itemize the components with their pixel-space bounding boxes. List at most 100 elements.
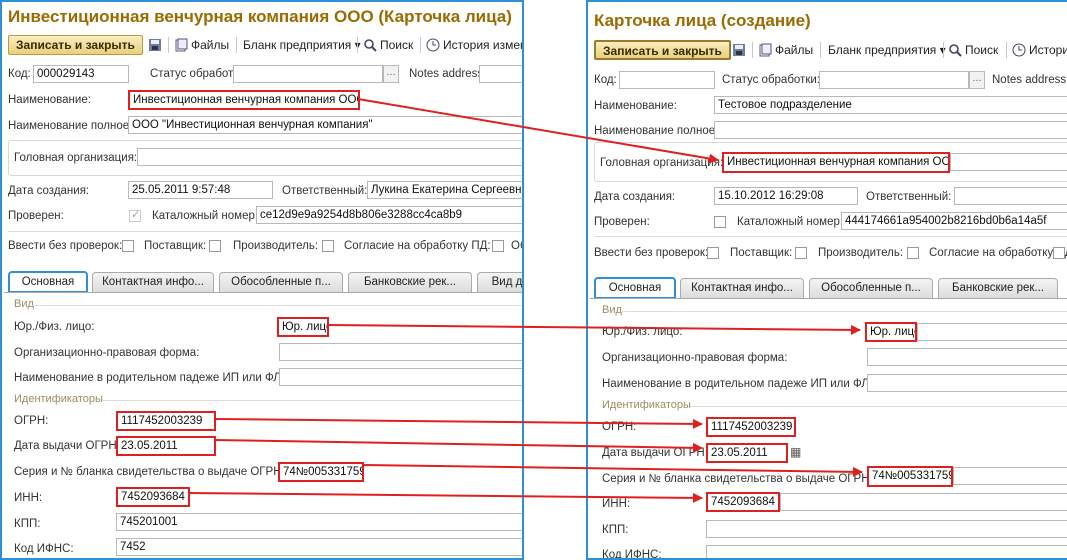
forms-label: Бланк предприятия bbox=[243, 38, 352, 52]
notes-field[interactable] bbox=[479, 65, 522, 83]
status-field[interactable] bbox=[233, 65, 383, 83]
fullname-field[interactable]: ООО "Инвестиционная венчурная компания" bbox=[128, 116, 522, 134]
code-field[interactable] bbox=[619, 71, 715, 89]
noverify-checkbox[interactable] bbox=[122, 240, 134, 252]
created-field[interactable]: 25.05.2011 9:57:48 bbox=[128, 181, 273, 199]
files-button[interactable]: Файлы bbox=[758, 40, 813, 60]
ifns-label: Код ИФНС: bbox=[602, 549, 662, 560]
consent-checkbox[interactable] bbox=[1053, 247, 1065, 259]
status-select-button[interactable]: … bbox=[383, 65, 399, 83]
search-label: Поиск bbox=[965, 43, 999, 57]
tab-activity[interactable]: Вид д bbox=[477, 272, 522, 292]
save-icon[interactable] bbox=[732, 40, 749, 60]
new-card-window: Карточка лица (создание) Записать и закр… bbox=[586, 0, 1067, 560]
toolbar: Записать и закрыть Файлы Бланк предприят… bbox=[2, 35, 522, 57]
producer-checkbox[interactable] bbox=[907, 247, 919, 259]
ifns-field[interactable] bbox=[706, 545, 1067, 558]
supplier-checkbox[interactable] bbox=[795, 247, 807, 259]
save-close-button[interactable]: Записать и закрыть bbox=[8, 35, 143, 55]
calendar-icon[interactable]: ▦ bbox=[790, 445, 801, 459]
code-label: Код: bbox=[594, 74, 617, 86]
group-vid-title: Вид bbox=[602, 304, 622, 316]
responsible-field[interactable] bbox=[954, 187, 1067, 205]
search-icon bbox=[364, 39, 377, 52]
clock-icon bbox=[426, 38, 440, 52]
genitive-field[interactable] bbox=[867, 374, 1067, 392]
producer-checkbox[interactable] bbox=[322, 240, 334, 252]
status-field[interactable] bbox=[819, 71, 969, 89]
ifns-label: Код ИФНС: bbox=[14, 543, 74, 555]
parent-org-field[interactable] bbox=[137, 148, 522, 166]
status-label: Статус обработки: bbox=[722, 74, 820, 86]
inn-field[interactable]: 7452093684 bbox=[116, 487, 190, 507]
catalog-field[interactable]: ce12d9e9a9254d8b806e3288cc4ca8b9 bbox=[256, 206, 522, 224]
ogrn-field[interactable]: 1117452003239 bbox=[116, 411, 216, 431]
checked-checkbox[interactable] bbox=[714, 216, 726, 228]
files-button[interactable]: Файлы bbox=[174, 35, 229, 55]
tab-contact[interactable]: Контактная инфо... bbox=[680, 278, 804, 298]
supplier-label: Поставщик: bbox=[730, 247, 793, 259]
cert-field[interactable]: 74№005331759 bbox=[278, 462, 364, 482]
legal-form-field[interactable] bbox=[867, 348, 1067, 366]
producer-label: Производитель: bbox=[233, 240, 319, 252]
genitive-label: Наименование в родительном падеже ИП или… bbox=[14, 372, 285, 384]
supplier-checkbox[interactable] bbox=[209, 240, 221, 252]
inn-field[interactable]: 7452093684 bbox=[706, 492, 780, 512]
type-field-rest bbox=[917, 323, 1067, 341]
tab-main[interactable]: Основная bbox=[8, 271, 88, 293]
ifns-field[interactable]: 7452 bbox=[116, 538, 522, 556]
ogrn-field[interactable]: 1117452003239 bbox=[706, 417, 796, 437]
history-button[interactable]: История измен bbox=[426, 35, 522, 55]
inn-label: ИНН: bbox=[14, 492, 43, 504]
cert-field[interactable]: 74№005331759 bbox=[867, 466, 953, 487]
save-icon[interactable] bbox=[148, 35, 165, 55]
checked-label: Проверен: bbox=[8, 210, 64, 222]
name-field[interactable]: Тестовое подразделение bbox=[714, 96, 1067, 114]
fullname-field[interactable] bbox=[714, 121, 1067, 139]
group-vid-title: Вид bbox=[14, 298, 34, 310]
supplier-label: Поставщик: bbox=[144, 240, 207, 252]
checked-checkbox[interactable] bbox=[129, 208, 141, 222]
genitive-label: Наименование в родительном падеже ИП или… bbox=[602, 378, 873, 390]
legal-form-field[interactable] bbox=[279, 343, 522, 361]
consent-checkbox[interactable] bbox=[492, 240, 504, 252]
name-label: Наименование: bbox=[594, 100, 677, 112]
forms-label: Бланк предприятия bbox=[828, 43, 937, 57]
genitive-field[interactable] bbox=[279, 368, 522, 386]
save-close-button[interactable]: Записать и закрыть bbox=[594, 40, 731, 60]
tab-bank[interactable]: Банковские рек... bbox=[938, 278, 1058, 298]
tab-contact[interactable]: Контактная инфо... bbox=[92, 272, 214, 292]
ogrn-date-label: Дата выдачи ОГРН bbox=[14, 440, 117, 452]
tab-branches[interactable]: Обособленные п... bbox=[219, 272, 343, 292]
tab-branches[interactable]: Обособленные п... bbox=[809, 278, 933, 298]
catalog-field[interactable]: 444174661a954002b8216bd0b6a14a5f bbox=[841, 212, 1067, 230]
kpp-field[interactable]: 745201001 bbox=[116, 513, 522, 531]
created-field[interactable]: 15.10.2012 16:29:08 bbox=[714, 187, 858, 205]
responsible-label: Ответственный: bbox=[866, 191, 952, 203]
ogrn-date-field[interactable]: 23.05.2011 bbox=[706, 443, 788, 463]
search-button[interactable]: Поиск bbox=[363, 35, 413, 55]
toolbar: Записать и закрыть Файлы Бланк предприят… bbox=[588, 40, 1067, 62]
responsible-field[interactable]: Лукина Екатерина Сергеевна bbox=[367, 181, 522, 199]
parent-org-label: Головная организация: bbox=[14, 152, 138, 164]
fullname-label: Наименование полное: bbox=[594, 125, 719, 137]
tab-main[interactable]: Основная bbox=[594, 277, 676, 299]
name-field[interactable]: Инвестиционная венчурная компания ООО bbox=[128, 90, 360, 110]
tab-bank[interactable]: Банковские рек... bbox=[348, 272, 472, 292]
source-card-window: Инвестиционная венчурная компания ООО (К… bbox=[0, 0, 524, 560]
ogrn-date-field[interactable]: 23.05.2011 bbox=[116, 436, 216, 456]
parent-org-field[interactable]: Инвестиционная венчурная компания ООО bbox=[722, 152, 950, 173]
status-select-button[interactable]: … bbox=[969, 71, 985, 89]
files-label: Файлы bbox=[775, 43, 814, 57]
type-field[interactable]: Юр. лицо bbox=[277, 317, 329, 337]
noverify-checkbox[interactable] bbox=[707, 247, 719, 259]
forms-dropdown[interactable]: Бланк предприятия ▾ bbox=[828, 40, 946, 60]
search-button[interactable]: Поиск bbox=[948, 40, 998, 60]
catalog-label: Каталожный номер: bbox=[152, 210, 259, 222]
forms-dropdown[interactable]: Бланк предприятия ▾ bbox=[243, 35, 361, 55]
type-field[interactable]: Юр. лицо bbox=[865, 322, 917, 342]
code-field[interactable]: 000029143 bbox=[33, 65, 129, 83]
history-button[interactable]: Истори bbox=[1012, 40, 1067, 60]
kpp-field[interactable] bbox=[706, 520, 1067, 538]
code-label: Код: bbox=[8, 68, 31, 80]
